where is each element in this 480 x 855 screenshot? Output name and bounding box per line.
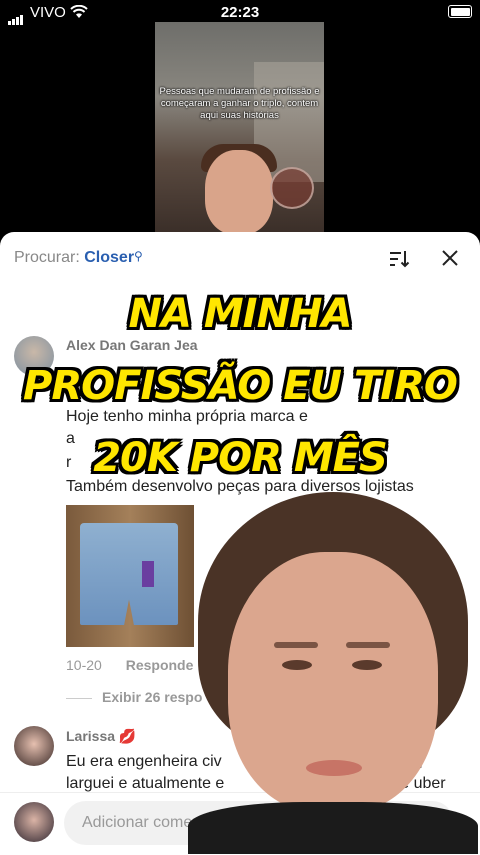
close-icon[interactable] (440, 248, 460, 268)
creator-shirt (188, 802, 478, 854)
search-term[interactable]: Closer (84, 249, 134, 266)
creator-brow (346, 642, 390, 648)
sort-icon[interactable] (388, 248, 410, 270)
status-bar: VIVO 22:23 (0, 0, 480, 25)
video-person (205, 150, 273, 234)
overlay-line: PROFISSÃO EU TIRO (23, 363, 458, 409)
show-replies-button[interactable]: Exibir 26 respo (66, 689, 202, 705)
comment-meta: 10-20 Responde (66, 657, 193, 673)
search-suggestion[interactable]: Procurar: Closer⚲ (14, 249, 143, 267)
overlay-line: NA MINHA (128, 291, 353, 337)
battery-icon (448, 5, 472, 18)
avatar[interactable] (14, 726, 54, 766)
creator-eye (282, 660, 312, 670)
creator-face-overlay (188, 492, 478, 854)
avatar (14, 802, 54, 842)
search-icon: ⚲ (134, 249, 143, 263)
overlay-line: 20K POR MÊS (93, 435, 388, 481)
shorts-image (80, 523, 178, 625)
comment-date: 10-20 (66, 657, 102, 673)
video-player[interactable]: Pessoas que mudaram de profissão e começ… (155, 22, 324, 234)
creator-eye (352, 660, 382, 670)
overlay-headline: NA MINHA PROFISSÃO EU TIRO 20K POR MÊS (0, 278, 480, 494)
creator-mouth (306, 760, 362, 776)
video-glass (270, 167, 314, 209)
reply-button[interactable]: Responde (126, 657, 194, 673)
creator-brow (274, 642, 318, 648)
comment-username[interactable]: Larissa 💋 (66, 728, 136, 745)
search-label: Procurar: (14, 249, 80, 266)
video-caption: Pessoas que mudaram de profissão e começ… (159, 86, 320, 121)
clock: 22:23 (220, 4, 260, 21)
comment-photo[interactable] (66, 505, 194, 647)
shorts-tag (142, 561, 154, 587)
